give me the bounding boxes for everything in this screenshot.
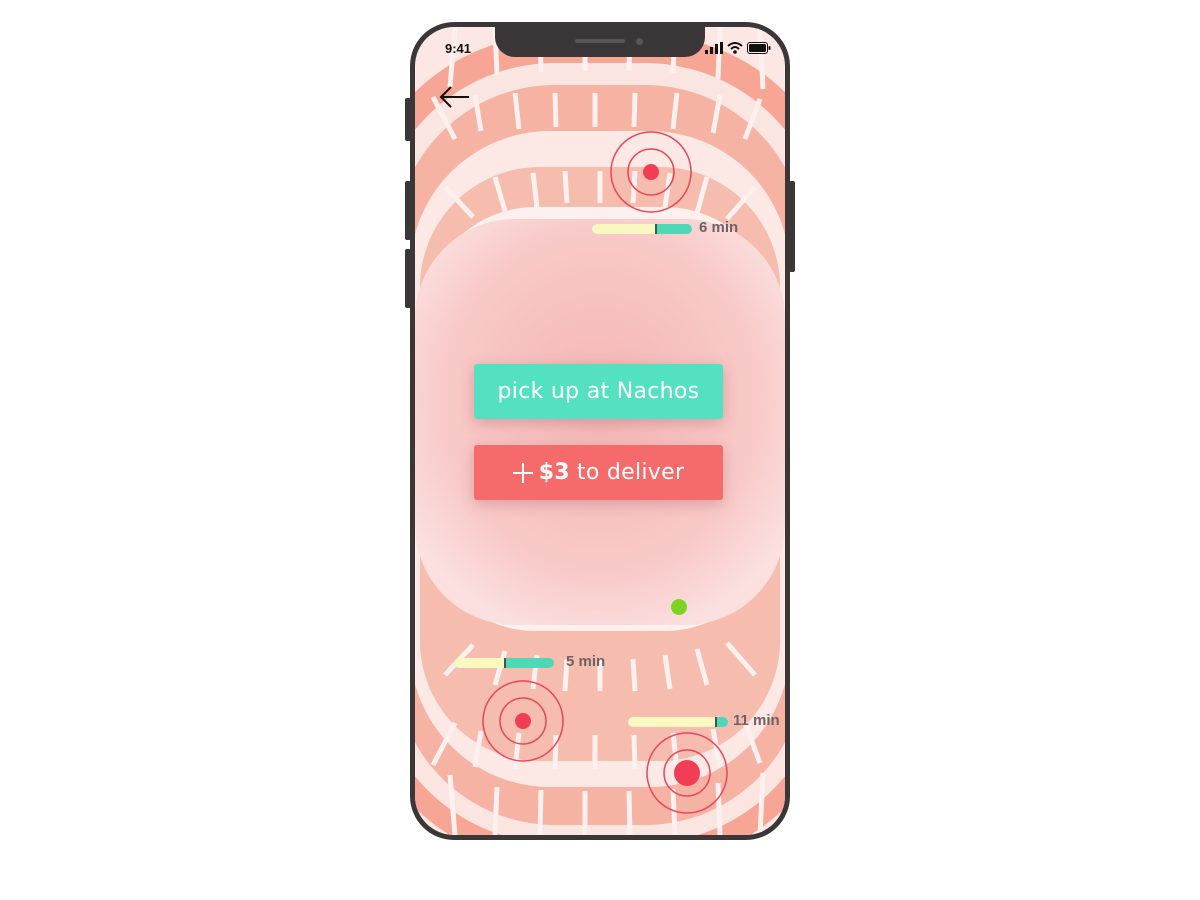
eta-label-bottom-right: 11 min (733, 712, 780, 729)
eta-progress-fill (628, 717, 717, 727)
speaker-grille (575, 39, 625, 43)
plus-icon (512, 462, 533, 483)
eta-bar-top (592, 224, 692, 234)
eta-progress-fill (454, 658, 506, 668)
eta-label-top: 6 min (699, 219, 739, 236)
pickup-label: pick up at Nachos (497, 379, 700, 404)
status-time: 9:41 (445, 41, 472, 56)
pin-dot (515, 713, 531, 729)
arrow-left-icon (439, 86, 469, 108)
wifi-icon (727, 42, 743, 54)
pin-dot (643, 164, 659, 180)
current-location-dot (671, 599, 687, 615)
field (415, 219, 785, 625)
volume-down-button (405, 249, 411, 308)
deliver-button[interactable]: $3 to deliver (474, 445, 723, 500)
back-button[interactable] (435, 82, 475, 112)
eta-bar-bottom-right (628, 717, 728, 727)
pin-dot (674, 760, 700, 786)
power-button (789, 181, 795, 272)
stadium-map (415, 27, 785, 835)
mute-switch (405, 98, 411, 141)
volume-up-button (405, 181, 411, 240)
deliver-amount: $3 (538, 460, 570, 485)
cellular-signal-icon (705, 42, 723, 54)
notch (495, 22, 705, 57)
battery-icon (747, 42, 771, 54)
front-camera (636, 38, 643, 45)
pickup-button[interactable]: pick up at Nachos (474, 364, 723, 419)
eta-label-bottom-left: 5 min (566, 653, 606, 670)
deliver-suffix: to deliver (576, 460, 685, 485)
eta-progress-fill (592, 224, 657, 234)
eta-bar-bottom-left (454, 658, 554, 668)
screen: 6 min 5 min 11 min pick up at Nachos $3 … (415, 27, 785, 835)
